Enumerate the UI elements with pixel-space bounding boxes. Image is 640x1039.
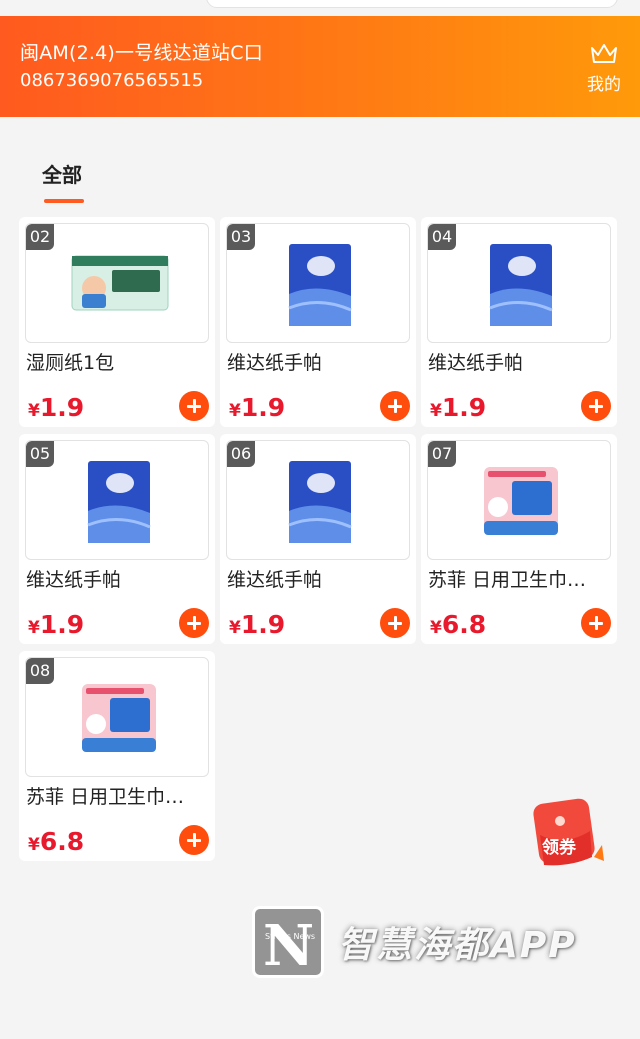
product-number: 03 xyxy=(227,224,255,250)
product-number: 06 xyxy=(227,441,255,467)
product-price: ¥1.9 xyxy=(229,393,286,422)
product-card[interactable]: 03 维达纸手帕 ¥1.9 xyxy=(220,217,416,427)
add-to-cart-button[interactable] xyxy=(380,608,410,638)
crown-icon xyxy=(591,44,617,63)
product-card[interactable]: 07 苏菲 日用卫生巾… ¥6.8 xyxy=(421,434,617,644)
product-name: 维达纸手帕 xyxy=(227,352,323,374)
watermark: N Straits News 智慧海都APP xyxy=(240,888,610,988)
add-to-cart-button[interactable] xyxy=(179,391,209,421)
store-header: 闽AM(2.4)一号线达道站C口 0867369076565515 我的 xyxy=(0,16,640,117)
product-name: 维达纸手帕 xyxy=(428,352,524,374)
coupon-envelope-icon: 领券 xyxy=(533,798,604,866)
add-to-cart-button[interactable] xyxy=(581,608,611,638)
tab-all[interactable]: 全部 xyxy=(42,159,82,188)
product-number: 07 xyxy=(428,441,456,467)
tab-active-indicator xyxy=(44,199,84,203)
top-strip xyxy=(0,0,640,16)
product-number: 02 xyxy=(26,224,54,250)
product-image: 08 xyxy=(25,657,209,777)
product-card[interactable]: 08 苏菲 日用卫生巾… ¥6.8 xyxy=(19,651,215,861)
product-card[interactable]: 06 维达纸手帕 ¥1.9 xyxy=(220,434,416,644)
coupon-label: 领券 xyxy=(542,837,577,858)
product-name: 维达纸手帕 xyxy=(26,569,122,591)
product-card[interactable]: 05 维达纸手帕 ¥1.9 xyxy=(19,434,215,644)
product-image: 03 xyxy=(226,223,410,343)
product-image: 05 xyxy=(25,440,209,560)
product-name: 维达纸手帕 xyxy=(227,569,323,591)
product-price: ¥1.9 xyxy=(430,393,487,422)
product-number: 05 xyxy=(26,441,54,467)
product-number: 08 xyxy=(26,658,54,684)
product-card[interactable]: 04 维达纸手帕 ¥1.9 xyxy=(421,217,617,427)
product-price: ¥1.9 xyxy=(28,610,85,639)
product-image: 07 xyxy=(427,440,611,560)
add-to-cart-button[interactable] xyxy=(179,825,209,855)
category-tabs: 全部 xyxy=(0,117,640,212)
coupon-button[interactable]: 领券 xyxy=(530,795,606,871)
mine-button[interactable]: 我的 xyxy=(580,42,628,95)
product-image: 06 xyxy=(226,440,410,560)
add-to-cart-button[interactable] xyxy=(380,391,410,421)
add-to-cart-button[interactable] xyxy=(581,391,611,421)
product-name: 湿厕纸1包 xyxy=(26,352,115,374)
svg-text:Straits News: Straits News xyxy=(265,932,315,941)
product-price: ¥1.9 xyxy=(28,393,85,422)
search-bar-edge[interactable] xyxy=(206,0,618,8)
store-name: 闽AM(2.4)一号线达道站C口 xyxy=(20,42,263,64)
product-price: ¥6.8 xyxy=(430,610,487,639)
product-name: 苏菲 日用卫生巾… xyxy=(26,786,185,808)
mine-label: 我的 xyxy=(587,75,621,95)
product-price: ¥1.9 xyxy=(229,610,286,639)
product-card[interactable]: 02 湿厕纸1包 ¥1.9 xyxy=(19,217,215,427)
svg-text:N: N xyxy=(263,913,314,975)
product-name: 苏菲 日用卫生巾… xyxy=(428,569,587,591)
add-to-cart-button[interactable] xyxy=(179,608,209,638)
product-price: ¥6.8 xyxy=(28,827,85,856)
store-phone: 0867369076565515 xyxy=(20,70,204,91)
product-image: 02 xyxy=(25,223,209,343)
product-number: 04 xyxy=(428,224,456,250)
watermark-text: 智慧海都APP xyxy=(338,925,577,966)
product-image: 04 xyxy=(427,223,611,343)
watermark-logo: N Straits News xyxy=(252,906,324,979)
